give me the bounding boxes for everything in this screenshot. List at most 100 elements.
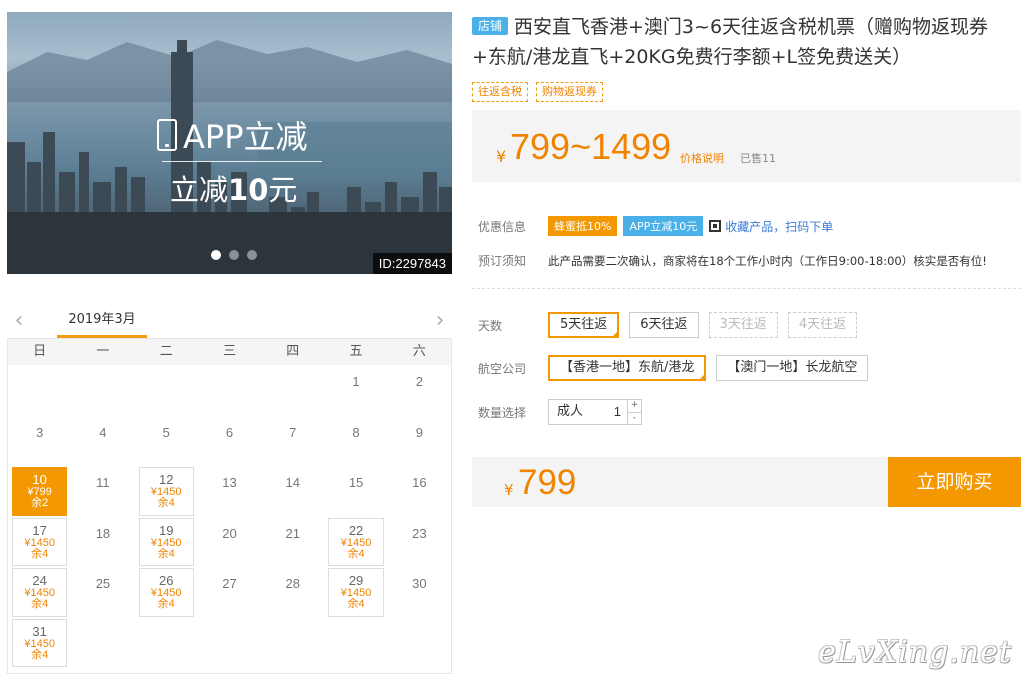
calendar-day-cell: 14 <box>261 466 324 517</box>
product-banner[interactable]: APP立减 立减10元 ID:2297843 <box>7 12 452 274</box>
carousel-dot[interactable] <box>229 250 239 260</box>
calendar-day-cell[interactable]: 22 ¥1450 余4 <box>324 517 387 568</box>
calendar-day-cell <box>135 618 198 669</box>
sub-amount: 10 <box>228 173 269 207</box>
calendar-day-cell[interactable]: 24 ¥1450 余4 <box>8 567 71 618</box>
calendar-day-cell[interactable]: 12 ¥1450 余4 <box>135 466 198 517</box>
calendar-week-row: 17 ¥1450 余4 18 19 ¥1450 余4 20 21 22 ¥1450 余4 23 <box>8 517 451 568</box>
day-number: 17 <box>32 522 47 538</box>
day-number: 2 <box>415 374 423 389</box>
passenger-type: 成人 <box>557 404 584 419</box>
offer-row: 优惠信息 蜂蜜抵10% APP立减10元 收藏产品，扫码下单 <box>478 216 833 236</box>
quantity-steps: + - <box>627 400 642 425</box>
calendar-day-cell <box>388 618 451 669</box>
quantity-input[interactable]: 1 <box>591 400 627 424</box>
calendar-day-cell: 27 <box>198 567 261 618</box>
prev-month-chevron-icon[interactable]: ‹ <box>9 308 29 334</box>
tag-round-trip: 往返含税 <box>472 82 528 102</box>
day-number: 11 <box>96 475 110 490</box>
day-number: 28 <box>285 576 300 591</box>
calendar-day-cell[interactable]: 31 ¥1450 余4 <box>8 618 71 669</box>
carousel-dot[interactable] <box>211 250 221 260</box>
airline-option-hongkong[interactable]: 【香港一地】东航/港龙 <box>548 355 707 381</box>
quantity-label: 数量选择 <box>478 405 527 420</box>
calendar-day-cell <box>324 618 387 669</box>
day-number: 19 <box>158 522 174 538</box>
day-number: 8 <box>352 424 360 440</box>
calendar-day-cell: 20 <box>198 517 261 568</box>
day-number: 10 <box>32 472 47 487</box>
day-number: 31 <box>32 623 47 639</box>
calendar-week-row: 24 ¥1450 余4 25 26 ¥1450 余4 27 28 29 ¥1450 余4 30 <box>8 567 451 618</box>
sub-prefix: 立减 <box>170 173 229 207</box>
calendar-day-cell: 6 <box>198 416 261 467</box>
airline-label: 航空公司 <box>478 361 527 376</box>
calendar-month-tab[interactable]: 2019年3月 <box>57 306 147 338</box>
day-number: 4 <box>99 424 107 440</box>
price-range: 799~1499 <box>510 126 672 167</box>
day-stock: 余4 <box>31 598 49 610</box>
next-month-chevron-icon[interactable]: › <box>430 308 450 334</box>
calendar-day-cell[interactable]: 17 ¥1450 余4 <box>8 517 71 568</box>
calendar-day-cell[interactable]: 29 ¥1450 余4 <box>324 567 387 618</box>
notice-text: 此产品需要二次确认，商家将在18个工作小时内（工作日9:00-18:00）核实是… <box>548 253 987 268</box>
app-discount-badge: APP立减10元 <box>623 216 704 236</box>
days-label: 天数 <box>478 318 503 333</box>
calendar-day-cell: 9 <box>388 416 451 467</box>
day-option-4: 4天往返 <box>787 312 858 338</box>
day-number: 3 <box>36 424 44 440</box>
calendar-day-cell <box>71 365 134 416</box>
calendar-day-cell: 8 <box>324 416 387 467</box>
day-number: 20 <box>222 525 237 541</box>
calendar-day-cell: 30 <box>388 567 451 618</box>
carousel-dots <box>211 250 257 260</box>
day-option-3: 3天往返 <box>708 312 778 338</box>
honey-discount-badge: 蜂蜜抵10% <box>548 216 618 236</box>
calendar-day-cell <box>198 618 261 669</box>
decrement-button[interactable]: - <box>628 413 641 425</box>
weekday-label: 三 <box>222 344 236 359</box>
calendar-day-cell: 5 <box>135 416 198 467</box>
calendar-day-cell: 15 <box>324 466 387 517</box>
calendar-day-cell <box>71 618 134 669</box>
calendar-day-cell: 7 <box>261 416 324 467</box>
day-stock: 余4 <box>31 648 49 661</box>
carousel-dot[interactable] <box>247 250 257 260</box>
product-title: 店铺 西安直飞香港+澳门3~6天往返含税机票（赠购物返现券+东航/港龙直飞+20K… <box>472 12 1017 72</box>
sold-count: 已售11 <box>740 152 776 165</box>
weekday-label: 六 <box>412 344 426 359</box>
calendar-day-cell[interactable]: 10 ¥799 余2 <box>8 466 71 517</box>
day-number: 18 <box>95 525 111 541</box>
day-number: 22 <box>348 522 364 538</box>
calendar-day-cell[interactable]: 19 ¥1450 余4 <box>135 517 198 568</box>
calendar-day-cell: 16 <box>388 466 451 517</box>
day-option-5[interactable]: 5天往返 <box>548 312 620 338</box>
calendar-grid: 1 2 3 4 5 6 7 8 9 10 ¥799 余2 11 12 ¥1450 余4 13 14 15 16 17 ¥1… <box>8 365 451 668</box>
price-explain-link[interactable]: 价格说明 <box>680 150 724 166</box>
buy-amount: 799 <box>518 463 577 502</box>
day-stock: 余4 <box>157 497 175 509</box>
phone-icon <box>157 119 177 151</box>
notice-label: 预订须知 <box>478 254 527 268</box>
product-tags: 往返含税 购物返现券 <box>472 82 603 102</box>
day-stock: 余4 <box>157 547 175 560</box>
buy-bar: ¥ 799 立即购买 <box>472 457 1021 507</box>
collect-scan-link[interactable]: 收藏产品，扫码下单 <box>725 218 833 235</box>
day-number: 1 <box>352 374 360 389</box>
product-title-text: 西安直飞香港+澳门3~6天往返含税机票（赠购物返现券+东航/港龙直飞+20KG免… <box>472 16 989 68</box>
airline-row: 航空公司 【香港一地】东航/港龙 【澳门一地】长龙航空 <box>478 355 878 381</box>
buy-now-button[interactable]: 立即购买 <box>888 457 1021 507</box>
day-option-6[interactable]: 6天往返 <box>629 312 699 338</box>
shop-badge[interactable]: 店铺 <box>472 17 509 35</box>
calendar-day-cell: 3 <box>8 416 71 467</box>
weekday-label: 日 <box>33 344 47 359</box>
day-stock: 余4 <box>347 598 365 610</box>
calendar-day-cell: 23 <box>388 517 451 568</box>
weekday-label: 四 <box>286 344 300 359</box>
airline-option-macau[interactable]: 【澳门一地】长龙航空 <box>716 355 869 381</box>
calendar-day-cell <box>261 365 324 416</box>
increment-button[interactable]: + <box>628 400 642 413</box>
calendar-day-cell: 1 <box>324 365 387 416</box>
calendar-day-cell[interactable]: 26 ¥1450 余4 <box>135 567 198 618</box>
day-stock: 余4 <box>157 598 175 610</box>
